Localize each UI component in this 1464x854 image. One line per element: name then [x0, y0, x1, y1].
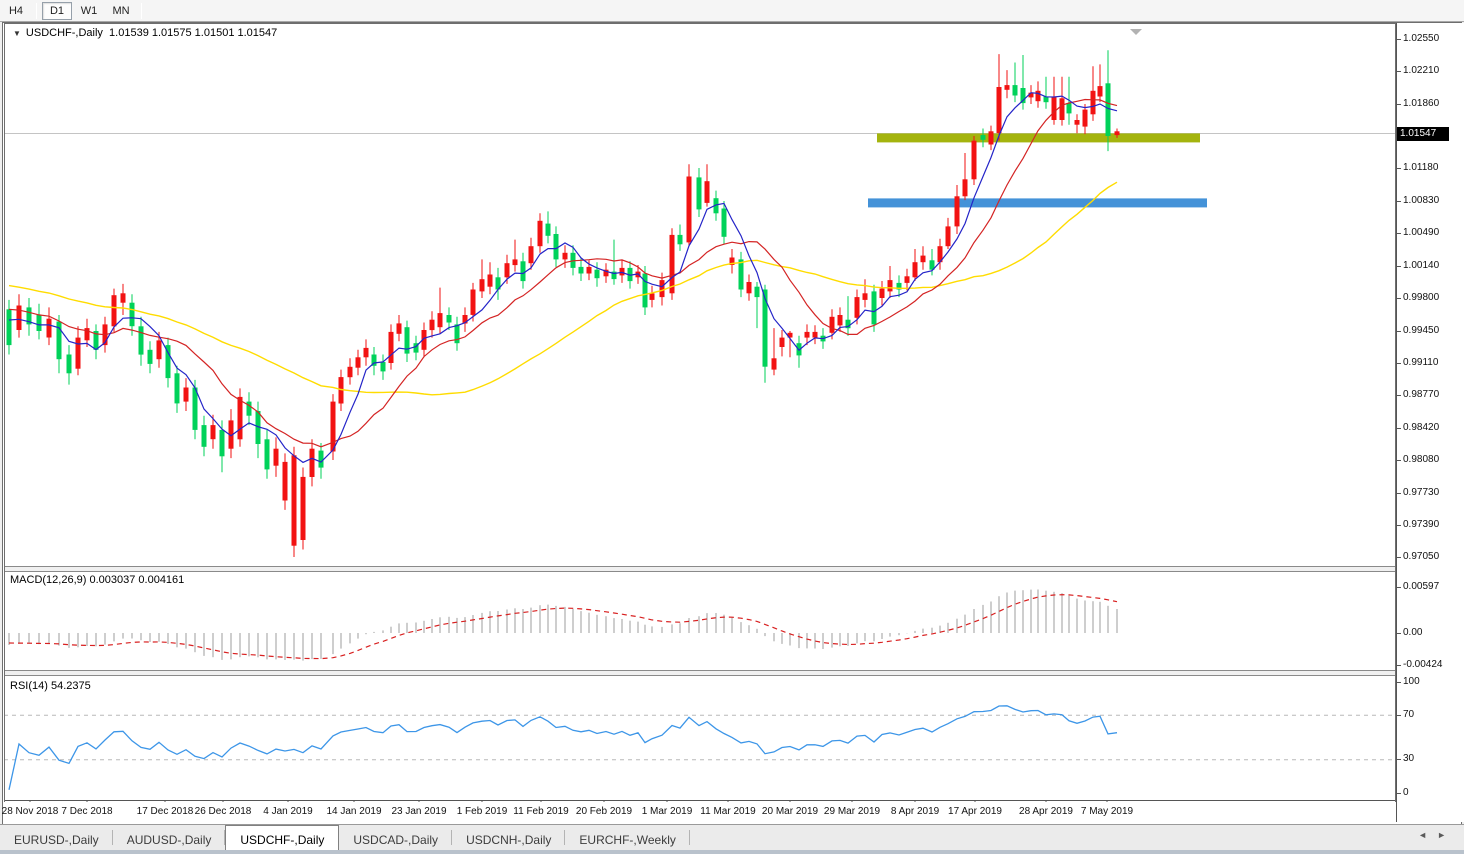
window-bottom-edge — [0, 850, 1464, 854]
price-axis-label: 0.97730 — [1403, 487, 1439, 498]
chart-tab-eurchf-weekly[interactable]: EURCHF-,Weekly — [565, 825, 689, 850]
price-axis-label: 0.98770 — [1403, 389, 1439, 400]
date-label: 7 May 2019 — [1065, 806, 1149, 817]
current-price-tag: 1.01547 — [1397, 127, 1449, 141]
timeframe-button-d1[interactable]: D1 — [42, 2, 72, 20]
price-axis-label: 0.99450 — [1403, 325, 1439, 336]
rsi-axis-label: 100 — [1403, 676, 1420, 687]
tab-scroll-arrows: ◄► — [1418, 830, 1456, 840]
toolbar-separator — [141, 3, 142, 19]
price-axis-label: 1.00830 — [1403, 195, 1439, 206]
chart-tab-usdchf-daily[interactable]: USDCHF-,Daily — [225, 825, 339, 850]
tab-scroll-right-icon[interactable]: ► — [1437, 830, 1456, 840]
price-axis-label: 1.01860 — [1403, 98, 1439, 109]
chart-title: ▼ USDCHF-,Daily 1.01539 1.01575 1.01501 1… — [13, 27, 277, 39]
macd-indicator-label: MACD(12,26,9) 0.003037 0.004161 — [10, 574, 184, 586]
chart-symbol-label: USDCHF-,Daily — [26, 27, 103, 39]
price-axis-label: 0.99110 — [1403, 357, 1438, 368]
tab-scroll-left-icon[interactable]: ◄ — [1418, 830, 1437, 840]
date-label: 7 Dec 2018 — [45, 806, 129, 817]
chart-plot-area[interactable] — [4, 23, 1396, 822]
price-axis-label: 1.00490 — [1403, 227, 1439, 238]
macd-axis-label: -0.00424 — [1403, 659, 1442, 670]
timeframe-button-w1[interactable]: W1 — [74, 2, 104, 20]
chevron-down-icon[interactable]: ▼ — [13, 29, 21, 38]
timeframe-toolbar: H4 D1 W1 MN — [0, 0, 1464, 22]
macd-axis-label: 0.00 — [1403, 627, 1422, 638]
toolbar-separator — [36, 3, 37, 19]
price-axis-label: 1.02550 — [1403, 33, 1439, 44]
time-scale[interactable]: 28 Nov 20187 Dec 201817 Dec 201826 Dec 2… — [4, 802, 1396, 823]
price-axis-label: 0.99800 — [1403, 292, 1439, 303]
price-axis-label: 0.97390 — [1403, 519, 1439, 530]
rsi-axis-label: 70 — [1403, 709, 1414, 720]
price-scale[interactable]: 1.02550 1.02210 1.01860 1.01180 1.00830 1.004… — [1396, 23, 1464, 822]
chart-tab-eurusd-daily[interactable]: EURUSD-,Daily — [0, 825, 113, 850]
chart-tab-audusd-daily[interactable]: AUDUSD-,Daily — [113, 825, 226, 850]
chart-tab-bar: EURUSD-,DailyAUDUSD-,DailyUSDCHF-,DailyU… — [0, 824, 1464, 850]
rsi-axis-label: 30 — [1403, 753, 1414, 764]
macd-axis-label: 0.00597 — [1403, 581, 1439, 592]
price-axis-label: 1.01180 — [1403, 162, 1438, 173]
price-axis-label: 0.97050 — [1403, 551, 1439, 562]
price-axis-label: 1.00140 — [1403, 260, 1439, 271]
price-axis-label: 0.98420 — [1403, 422, 1439, 433]
chart-ohlc-values: 1.01539 1.01575 1.01501 1.01547 — [109, 27, 277, 39]
support-line — [868, 198, 1207, 207]
price-axis-label: 1.02210 — [1403, 65, 1439, 76]
rsi-indicator-label: RSI(14) 54.2375 — [10, 680, 91, 692]
rsi-axis-label: 0 — [1403, 787, 1409, 798]
timeframe-button-mn[interactable]: MN — [106, 2, 136, 20]
trading-terminal: { "toolbar": { "timeframes": ["H4", "D1"… — [0, 0, 1464, 854]
chart-tab-usdcnh-daily[interactable]: USDCNH-,Daily — [452, 825, 565, 850]
price-axis-label: 0.98080 — [1403, 454, 1439, 465]
chart-tab-usdcad-daily[interactable]: USDCAD-,Daily — [339, 825, 452, 850]
timeframe-button-h4[interactable]: H4 — [1, 2, 31, 20]
resistance-line — [877, 133, 1200, 142]
